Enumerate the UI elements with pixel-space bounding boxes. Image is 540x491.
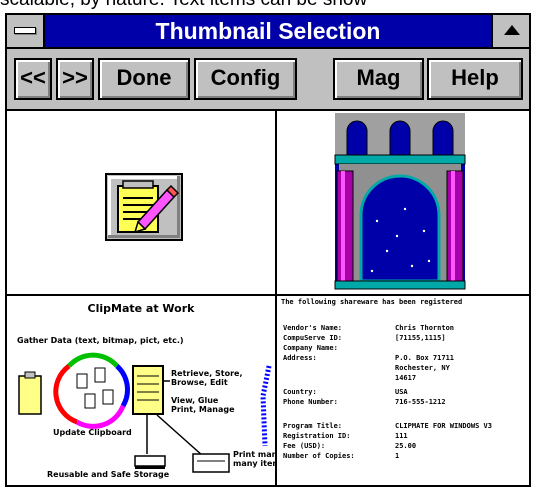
system-menu-button[interactable] [7,15,45,47]
castle-arch-image [334,113,466,290]
form-row-value: CLIPMATE FOR WINDOWS V3 [395,422,492,430]
previous-button[interactable]: << [14,58,52,100]
form-row-value: 14617 [395,374,417,382]
form-row-value: 716-555-1212 [395,398,446,406]
form-row-value: Chris Thornton [395,324,455,332]
form-row-value: USA [395,388,408,396]
form-row-label: Phone Number: [283,398,338,406]
system-menu-icon [14,27,36,34]
up-arrow-icon [504,25,520,35]
form-row-label: Number of Copies: [283,452,355,460]
form-row-label: Registration ID: [283,432,351,440]
form-row-value: Rochester, NY [395,364,450,372]
form-header: The following shareware has been registe… [281,298,463,306]
thumbnail-notepad[interactable] [7,111,275,294]
form-row-value: 1 [395,452,400,460]
maximize-button[interactable] [491,15,529,47]
form-row-value: [71155,1115] [395,334,446,342]
notepad-pencil-icon [105,173,183,241]
form-row-label: CompuServe ID: [283,334,343,342]
form-row-label: Vendor's Name: [283,324,343,332]
thumbnail-clipmate-diagram[interactable]: ClipMate at Work Gather Data (text, bitm… [7,296,275,485]
next-button[interactable]: >> [56,58,94,100]
background-document-text: scalable, by nature. Text items can be s… [0,0,540,13]
form-row-label: Program Title: [283,422,343,430]
title-bar[interactable]: Thumbnail Selection [7,15,529,49]
thumbnail-registration-form[interactable]: The following shareware has been registe… [277,296,529,485]
done-button[interactable]: Done [98,58,190,100]
mag-button[interactable]: Mag [333,58,424,100]
thumbnail-grid: ClipMate at Work Gather Data (text, bitm… [7,111,529,485]
form-row-label: Fee (USD): [283,442,326,450]
window-title: Thumbnail Selection [155,18,381,44]
help-button[interactable]: Help [427,58,523,100]
toolbar: << >> Done Config Mag Help [7,49,529,111]
form-row-label: Address: [283,354,317,362]
clipmate-diagram-art [18,352,272,473]
form-row-value: 25.00 [395,442,417,450]
form-row-label: Company Name: [283,344,338,352]
config-button[interactable]: Config [194,58,297,100]
form-row-value: 111 [395,432,408,440]
thumbnail-castle-arch[interactable] [277,111,529,294]
form-row-label: Country: [283,388,317,396]
thumbnail-selection-window: Thumbnail Selection << >> Done Config Ma… [5,13,531,487]
form-row-value: P.O. Box 71711 [395,354,455,362]
